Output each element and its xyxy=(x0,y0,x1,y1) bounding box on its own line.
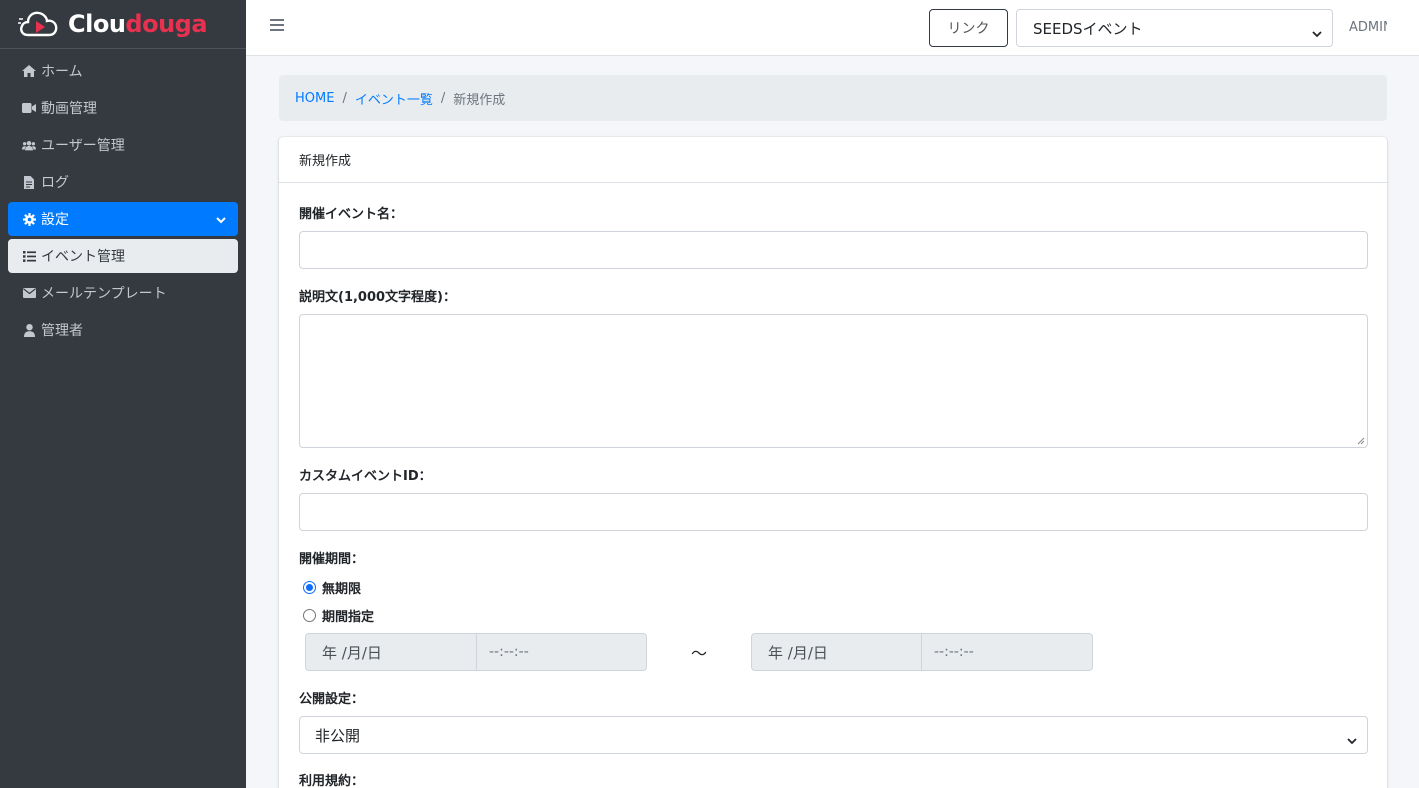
visibility-select-value: 非公開 xyxy=(315,726,361,745)
visibility-label: 公開設定： xyxy=(299,692,365,707)
event-select-value: SEEDSイベント xyxy=(1033,19,1143,38)
radio-checked-icon xyxy=(303,581,316,594)
cloud-play-logo-icon xyxy=(18,11,58,37)
chevron-down-icon xyxy=(1347,731,1357,749)
sidebar-item-users[interactable]: ユーザー管理 xyxy=(8,128,238,162)
sidebar-item-label: イベント管理 xyxy=(41,249,125,265)
card-title: 新規作成 xyxy=(279,137,1387,183)
sidebar-item-home[interactable]: ホーム xyxy=(8,54,238,88)
sidebar-item-label: 動画管理 xyxy=(41,101,97,117)
radio-unchecked-icon xyxy=(303,609,316,622)
sidebar-item-mail-templates[interactable]: メールテンプレート xyxy=(8,276,238,310)
period-range-separator: 〜 xyxy=(691,644,708,663)
admin-user-menu[interactable]: ADMIN xyxy=(1349,20,1387,35)
file-icon xyxy=(22,175,36,189)
period-specified-radio[interactable]: 期間指定 xyxy=(303,606,374,625)
gear-icon xyxy=(22,212,36,226)
terms-label: 利用規約： xyxy=(299,774,365,788)
visibility-select[interactable]: 非公開 xyxy=(299,716,1368,754)
new-event-form-card: 新規作成 開催イベント名： 説明文(1,000文字程度)： カスタムイベントID… xyxy=(279,137,1387,788)
start-date-input[interactable]: 年 /月/日 xyxy=(305,633,477,671)
user-icon xyxy=(22,323,36,337)
sidebar-item-settings[interactable]: 設定 xyxy=(8,202,238,236)
event-select[interactable]: SEEDSイベント xyxy=(1016,9,1333,47)
breadcrumb-home-link[interactable]: HOME xyxy=(295,91,334,106)
breadcrumb-current: 新規作成 xyxy=(453,92,506,108)
sidebar-item-label: ログ xyxy=(41,175,69,191)
period-label: 開催期間： xyxy=(299,552,365,567)
sidebar-item-label: ホーム xyxy=(41,64,83,80)
sidebar-item-logs[interactable]: ログ xyxy=(8,165,238,199)
start-time-input[interactable]: --:--:-- xyxy=(476,633,647,671)
sidebar-nav: ホーム 動画管理 ユーザー管理 ログ 設定 イベント管理 メールテンプレート 管… xyxy=(0,49,246,355)
description-label: 説明文(1,000文字程度)： xyxy=(299,290,457,305)
brand-name: Cloudouga xyxy=(68,10,208,38)
period-unlimited-radio[interactable]: 無期限 xyxy=(303,578,361,597)
sidebar: Cloudouga ホーム 動画管理 ユーザー管理 ログ 設定 イベント管理 メ… xyxy=(0,0,246,788)
hamburger-menu-icon[interactable] xyxy=(270,19,284,33)
list-icon xyxy=(22,249,36,263)
sidebar-item-label: 設定 xyxy=(41,212,69,228)
custom-event-id-label: カスタムイベントID： xyxy=(299,469,432,484)
breadcrumb-separator: / xyxy=(342,90,347,106)
sidebar-item-administrators[interactable]: 管理者 xyxy=(8,313,238,347)
home-icon xyxy=(22,64,36,78)
chevron-down-icon xyxy=(1312,24,1322,42)
sidebar-item-label: メールテンプレート xyxy=(41,286,167,302)
brand[interactable]: Cloudouga xyxy=(0,0,246,49)
top-navbar: リンク SEEDSイベント ADMIN xyxy=(246,0,1419,56)
chevron-down-icon xyxy=(216,212,226,228)
sidebar-item-videos[interactable]: 動画管理 xyxy=(8,91,238,125)
breadcrumb-events-link[interactable]: イベント一覧 xyxy=(355,89,433,108)
period-specified-label: 期間指定 xyxy=(322,610,375,625)
sidebar-item-label: ユーザー管理 xyxy=(41,138,125,154)
video-camera-icon xyxy=(22,101,36,115)
users-icon xyxy=(22,138,36,152)
event-name-input[interactable] xyxy=(299,231,1368,269)
end-date-input[interactable]: 年 /月/日 xyxy=(751,633,923,671)
breadcrumb-separator: / xyxy=(440,90,446,106)
sidebar-item-label: 管理者 xyxy=(41,323,83,339)
sidebar-item-event-management[interactable]: イベント管理 xyxy=(8,239,238,273)
custom-event-id-input[interactable] xyxy=(299,493,1368,531)
event-name-label: 開催イベント名： xyxy=(299,207,404,222)
link-button[interactable]: リンク xyxy=(929,9,1008,47)
resize-handle-icon[interactable] xyxy=(1357,437,1365,445)
envelope-icon xyxy=(22,286,36,300)
breadcrumb: HOME / イベント一覧 / 新規作成 xyxy=(279,75,1387,121)
period-unlimited-label: 無期限 xyxy=(322,582,362,597)
description-textarea[interactable] xyxy=(299,314,1368,448)
end-time-input[interactable]: --:--:-- xyxy=(921,633,1093,671)
